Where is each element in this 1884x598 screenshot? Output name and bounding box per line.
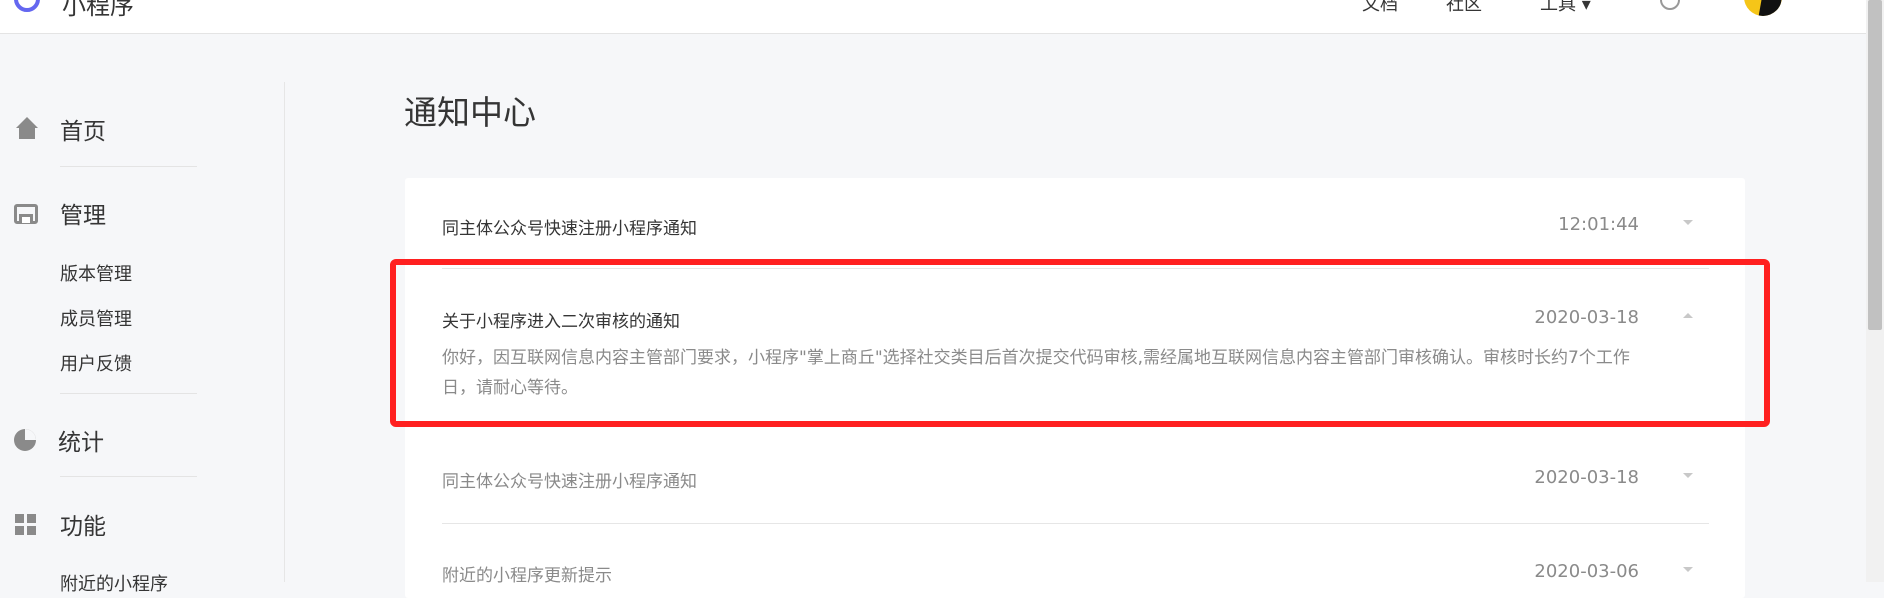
sidebar-item-home[interactable]: 首页 [14,112,106,146]
top-bar: 小程序 文档 社区 工具 ▾ [0,0,1866,34]
notice-date: 2020-03-18 [1534,467,1639,488]
divider [60,476,197,477]
sidebar-item-members[interactable]: 成员管理 [60,305,132,331]
divider [60,393,197,394]
sidebar-item-label: 首页 [60,119,106,145]
divider [60,166,197,167]
sidebar-item-label: 功能 [60,514,106,540]
notice-date: 2020-03-06 [1534,561,1639,582]
notice-title: 同主体公众号快速注册小程序通知 [442,472,697,492]
sidebar-item-label: 管理 [60,203,106,229]
sidebar-item-version[interactable]: 版本管理 [60,260,132,286]
highlight-box [390,259,1770,427]
nav-docs[interactable]: 文档 [1362,0,1398,16]
chevron-down-icon[interactable] [1683,220,1693,225]
nav-community[interactable]: 社区 [1446,0,1482,16]
inbox-icon [14,204,38,224]
sidebar-divider [284,82,285,582]
divider [442,523,1709,524]
avatar[interactable] [1744,0,1782,16]
pie-chart-icon [14,429,36,451]
notice-date: 12:01:44 [1558,214,1639,235]
grid-icon [14,512,38,536]
sidebar-item-stats[interactable]: 统计 [14,423,104,457]
sidebar-item-nearby[interactable]: 附近的小程序 [60,570,168,596]
sidebar-item-label: 统计 [58,430,104,456]
app-name[interactable]: 小程序 [62,0,134,21]
settings-icon[interactable] [1660,0,1680,10]
chevron-down-icon[interactable] [1683,567,1693,572]
home-icon [14,117,38,141]
sidebar-item-features[interactable]: 功能 [14,507,106,541]
notice-title: 同主体公众号快速注册小程序通知 [442,219,697,239]
nav-tools[interactable]: 工具 ▾ [1540,0,1591,16]
chevron-down-icon[interactable] [1683,473,1693,478]
logo-icon[interactable] [14,0,40,12]
sidebar-item-manage[interactable]: 管理 [14,196,106,230]
notice-title: 附近的小程序更新提示 [442,566,612,586]
sidebar-item-feedback[interactable]: 用户反馈 [60,350,132,376]
scroll-thumb[interactable] [1868,0,1882,330]
scrollbar[interactable] [1866,0,1884,582]
page-title: 通知中心 [404,93,536,132]
